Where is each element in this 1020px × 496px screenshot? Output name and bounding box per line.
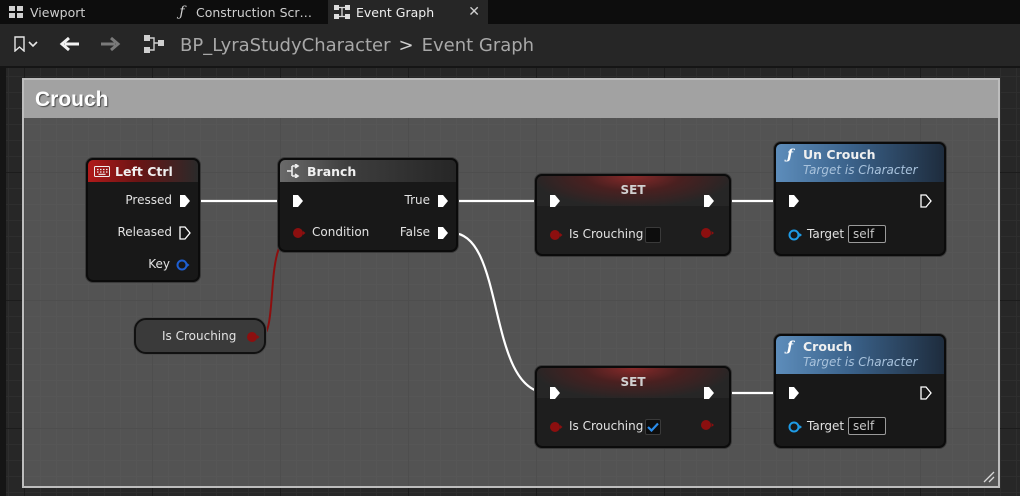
exec-pin-true[interactable] [437, 194, 449, 208]
forward-arrow-icon [99, 36, 121, 55]
bookmark-button[interactable] [8, 32, 44, 58]
exec-pin-pressed[interactable] [179, 194, 191, 208]
node-title: SET [620, 375, 646, 389]
function-icon: ƒ [786, 146, 794, 163]
object-pin-target[interactable] [787, 420, 803, 434]
graph-icon [143, 34, 165, 57]
value-checkbox-unchecked[interactable] [645, 227, 661, 243]
pin-label-pressed: Pressed [125, 193, 172, 207]
exec-pin-false[interactable] [437, 226, 449, 240]
tab-construction-script[interactable]: ƒ Construction Scr… [168, 0, 326, 24]
exec-pin-in[interactable] [549, 194, 561, 208]
bool-pin-in[interactable] [549, 420, 563, 434]
key-pin[interactable] [176, 258, 190, 272]
breadcrumb-graph[interactable]: Event Graph [422, 35, 535, 56]
exec-pin-out[interactable] [920, 194, 932, 208]
node-header: Branch [280, 160, 456, 182]
target-value-field[interactable]: self [848, 417, 886, 435]
resize-grip-icon[interactable] [981, 469, 995, 483]
function-node-un-crouch[interactable]: ƒ Un Crouch Target is Character Target s… [774, 142, 946, 256]
bool-pin-out[interactable] [699, 418, 715, 432]
function-icon: ƒ [179, 4, 185, 20]
tab-bar: Viewport ƒ Construction Scr… Event Graph… [0, 0, 1020, 24]
variable-label: Is Crouching [162, 329, 237, 343]
pin-label-true: True [404, 193, 431, 207]
event-graph-icon [334, 4, 350, 20]
close-icon[interactable]: ✕ [468, 4, 480, 20]
graph-icon-button [140, 32, 168, 58]
pin-label-variable: Is Crouching [569, 227, 644, 241]
pin-label-target: Target [807, 419, 845, 433]
tab-label: Viewport [30, 4, 86, 20]
node-title: SET [620, 183, 646, 197]
checkmark-icon [647, 422, 659, 432]
breadcrumb-separator: > [398, 34, 414, 56]
viewport-grid-icon [8, 4, 24, 20]
branch-icon [286, 164, 302, 178]
bool-pin-out[interactable] [246, 330, 260, 344]
exec-pin-out[interactable] [920, 386, 932, 400]
graph-canvas[interactable]: Crouch Left Ctrl Pressed Released Key Br… [6, 68, 1020, 496]
comment-title: Crouch [35, 88, 109, 111]
exec-pin-released[interactable] [179, 226, 191, 240]
tab-label: Event Graph [356, 4, 435, 20]
pin-label-target: Target [807, 227, 845, 241]
node-title: Crouch [803, 339, 853, 354]
object-pin-target[interactable] [787, 228, 803, 242]
breadcrumb-blueprint[interactable]: BP_LyraStudyCharacter [180, 35, 391, 56]
pin-label-false: False [399, 225, 430, 239]
pin-label-released: Released [117, 225, 172, 239]
node-subtitle: Target is Character [803, 355, 918, 369]
back-button[interactable] [56, 32, 84, 58]
function-icon: ƒ [786, 338, 794, 355]
pin-label-key: Key [148, 257, 170, 271]
bool-pin-condition[interactable] [292, 226, 306, 240]
back-arrow-icon [59, 36, 81, 55]
tab-event-graph[interactable]: Event Graph ✕ [328, 0, 488, 24]
graph-toolbar: BP_LyraStudyCharacter > Event Graph [0, 24, 1020, 66]
branch-node[interactable]: Branch Condition True False [278, 158, 458, 252]
value-checkbox-checked[interactable] [645, 419, 661, 435]
node-header: ƒ Un Crouch Target is Character [776, 144, 944, 182]
node-title: Branch [307, 163, 357, 179]
bookmark-icon [13, 35, 39, 55]
pin-label-condition: Condition [312, 225, 370, 239]
comment-header[interactable]: Crouch [24, 80, 998, 118]
node-subtitle: Target is Character [803, 163, 918, 177]
bool-pin-in[interactable] [549, 228, 563, 242]
tab-label: Construction Scr… [196, 4, 313, 20]
set-node-top[interactable]: SET Is Crouching [535, 174, 731, 256]
target-value-field[interactable]: self [848, 225, 886, 243]
node-title: Un Crouch [803, 147, 876, 162]
exec-pin-in[interactable] [549, 386, 561, 400]
exec-pin-out[interactable] [703, 194, 715, 208]
node-title: Left Ctrl [115, 163, 173, 179]
input-key-node-left-ctrl[interactable]: Left Ctrl Pressed Released Key [86, 158, 200, 282]
bool-pin-out[interactable] [699, 226, 715, 240]
node-header: Left Ctrl [88, 160, 198, 182]
variable-get-node-is-crouching[interactable]: Is Crouching [134, 318, 266, 354]
function-node-crouch[interactable]: ƒ Crouch Target is Character Target self [774, 334, 946, 448]
keyboard-icon [94, 164, 110, 178]
forward-button[interactable] [96, 32, 124, 58]
exec-pin-in[interactable] [788, 194, 800, 208]
pin-label-variable: Is Crouching [569, 419, 644, 433]
exec-pin-out[interactable] [703, 386, 715, 400]
exec-pin-in[interactable] [292, 194, 304, 208]
node-header: ƒ Crouch Target is Character [776, 336, 944, 374]
tab-viewport[interactable]: Viewport [0, 0, 168, 24]
set-node-bottom[interactable]: SET Is Crouching [535, 366, 731, 448]
exec-pin-in[interactable] [788, 386, 800, 400]
breadcrumb: BP_LyraStudyCharacter > Event Graph [180, 32, 534, 58]
